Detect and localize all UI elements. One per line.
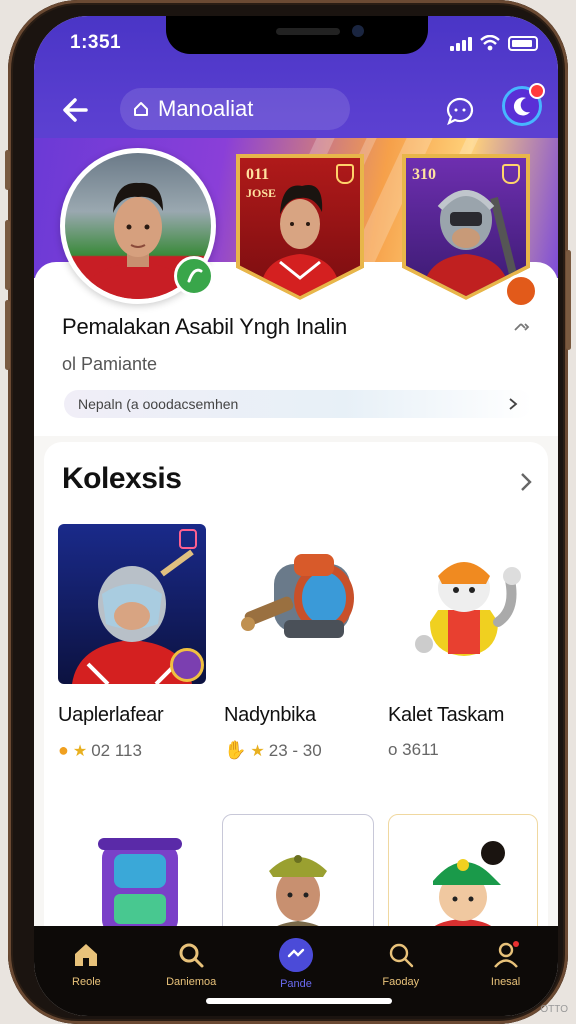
gadget-box-image bbox=[98, 838, 182, 934]
verified-badge bbox=[174, 256, 214, 296]
app-header: Manoaliat bbox=[34, 80, 558, 140]
collection-item-2-meta: ✋ ★ 23 - 30 bbox=[224, 740, 322, 761]
profile-name: Pemalakan Asabil Yngh Inalin bbox=[62, 314, 348, 339]
notification-dot bbox=[529, 83, 545, 99]
profile-info-text: Nepaln (a ooodacsemhen bbox=[78, 396, 239, 412]
section-title: Kolexsis bbox=[62, 462, 182, 495]
nav-label-home: Reole bbox=[72, 976, 101, 988]
status-time: 1:351 bbox=[70, 32, 122, 53]
collection-item-1-meta: ● ★ 02 113 bbox=[58, 740, 142, 761]
kid-avatar-image bbox=[423, 841, 505, 943]
collection-item-6-image[interactable] bbox=[388, 814, 538, 944]
player-card-1-position: JOSE bbox=[246, 186, 277, 200]
collection-item-3-meta-text: o 3611 bbox=[388, 740, 439, 759]
soldier-avatar-image bbox=[263, 855, 333, 943]
nav-item-home[interactable]: Reole bbox=[46, 940, 126, 1016]
player-card-1-rating: 011 bbox=[246, 166, 270, 183]
collection-item-3-meta: o 3611 bbox=[388, 740, 439, 760]
card-badge-icon bbox=[504, 274, 538, 308]
star-icon: ★ bbox=[72, 742, 88, 760]
nav-label-center: Pande bbox=[280, 978, 312, 990]
club-crest-icon bbox=[502, 164, 520, 184]
title-pill[interactable]: Manoaliat bbox=[120, 88, 350, 130]
nav-label-search: Daniemoa bbox=[166, 976, 217, 988]
nav-item-center[interactable]: Pande bbox=[256, 938, 336, 1016]
item-badge-icon bbox=[170, 648, 204, 682]
app-screen: 1:351 Manoaliat 011 JOSE 310 Pemalakan A… bbox=[34, 16, 558, 1016]
collection-item-2-image[interactable] bbox=[224, 524, 372, 684]
thumbs-up-icon: ✋ bbox=[224, 740, 247, 760]
star-icon: ★ bbox=[250, 742, 265, 760]
profile-subtitle: ol Pamiante bbox=[62, 354, 158, 374]
emoji-face-icon: ● bbox=[58, 740, 69, 760]
profile-button[interactable] bbox=[502, 83, 545, 126]
chat-icon[interactable] bbox=[442, 92, 478, 128]
magnifier-icon bbox=[389, 943, 413, 968]
watermark: OTTO bbox=[540, 1004, 568, 1015]
home-indicator[interactable] bbox=[206, 998, 392, 1004]
battery-icon bbox=[508, 36, 538, 51]
mute-switch bbox=[5, 150, 10, 190]
volume-down-button bbox=[5, 300, 10, 370]
profile-info-pill[interactable]: Nepaln (a ooodacsemhen bbox=[64, 390, 532, 418]
nav-item-profile[interactable]: Inesal bbox=[466, 940, 546, 1016]
collection-item-1-name: Uaplerlafear bbox=[58, 704, 164, 726]
player-card-2-rating: 310 bbox=[412, 166, 436, 183]
nav-label-explore: Faoday bbox=[382, 976, 420, 988]
collection-item-1-image[interactable] bbox=[58, 524, 206, 684]
player-avatar[interactable] bbox=[60, 148, 216, 304]
collection-item-3-image[interactable] bbox=[390, 524, 538, 684]
home-outline-icon bbox=[134, 102, 148, 116]
phone-frame: 1:351 Manoaliat 011 JOSE 310 Pemalakan A… bbox=[5, 0, 571, 1024]
collection-item-5-image[interactable] bbox=[222, 814, 374, 944]
volume-up-button bbox=[5, 220, 10, 290]
robot-toy-image bbox=[415, 562, 521, 656]
collection-item-3-name: Kalet Taskam bbox=[388, 704, 505, 726]
swap-icon bbox=[278, 938, 313, 972]
search-icon bbox=[179, 943, 204, 968]
share-icon[interactable] bbox=[512, 318, 530, 336]
chevron-right-icon[interactable] bbox=[518, 470, 534, 494]
page-title: Manoaliat bbox=[158, 96, 254, 121]
nav-item-search[interactable]: Daniemoa bbox=[151, 940, 231, 1016]
notch bbox=[166, 16, 428, 54]
chevron-right-icon bbox=[509, 398, 518, 410]
user-icon bbox=[493, 941, 519, 968]
back-arrow-icon[interactable] bbox=[56, 90, 96, 130]
power-button bbox=[566, 250, 571, 350]
nav-item-explore[interactable]: Faoday bbox=[361, 940, 441, 1016]
nav-label-profile: Inesal bbox=[490, 976, 521, 988]
collection-item-4-image[interactable] bbox=[58, 814, 206, 944]
cannon-gadget-image bbox=[241, 554, 354, 638]
collection-item-2-name: Nadynbika bbox=[224, 704, 316, 726]
signal-icon bbox=[450, 37, 472, 51]
collection-item-2-meta-text: 23 - 30 bbox=[268, 740, 322, 760]
wifi-icon bbox=[480, 35, 500, 51]
club-crest-icon bbox=[336, 164, 354, 184]
collection-item-1-meta-text: 02 113 bbox=[91, 740, 142, 760]
home-icon bbox=[75, 944, 98, 966]
